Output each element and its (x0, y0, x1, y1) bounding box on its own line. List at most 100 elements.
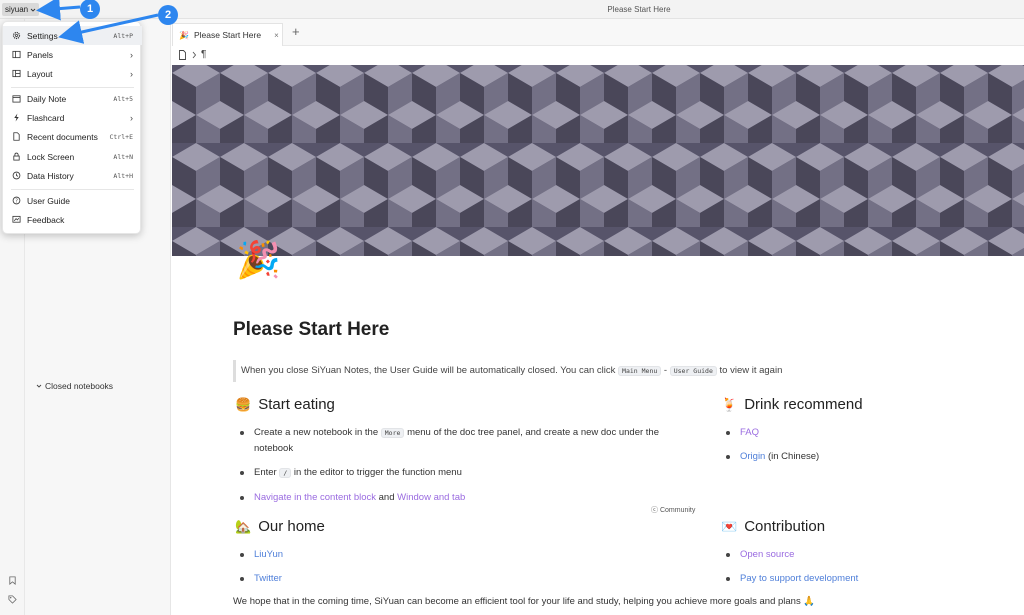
heading-contribution: 💌 Contribution (721, 518, 825, 535)
chevron-down-icon (36, 384, 42, 388)
chevron-right-icon: › (130, 49, 133, 60)
link-open-source[interactable]: Open source (740, 549, 794, 560)
chevron-right-icon: › (130, 68, 133, 79)
community-text: Community (659, 507, 696, 514)
layout-icon (12, 69, 21, 78)
inline-code-slash: / (279, 468, 292, 478)
link-pay-support[interactable]: Pay to support development (740, 573, 858, 584)
page-title: Please Start Here (233, 319, 390, 340)
menu-item-shortcut: Alt+5 (113, 94, 133, 103)
close-tab-icon[interactable]: × (274, 31, 279, 40)
community-icon: ⓒ (651, 507, 658, 514)
annotation-badge-1: 1 (80, 0, 100, 19)
our-home-list: LiuYun Twitter (233, 547, 633, 595)
footer-paragraph: We hope that in the coming time, SiYuan … (233, 596, 815, 607)
footer-text: We hope that in the coming time, SiYuan … (233, 596, 801, 607)
menu-item-daily-note[interactable]: Daily Note Alt+5 (3, 89, 142, 108)
list-item: Open source (719, 547, 1009, 562)
chevron-right-icon: › (130, 112, 133, 123)
menu-item-label: Lock Screen (27, 151, 75, 162)
heading-drink-recommend: 🍹 Drink recommend (721, 396, 863, 413)
menu-item-flashcard[interactable]: Flashcard › (3, 108, 142, 127)
menu-item-label: Panels (27, 49, 53, 60)
quote-text: When you close SiYuan Notes, the User Gu… (241, 365, 616, 376)
contribution-list: Open source Pay to support development (719, 547, 1009, 595)
list-item: LiuYun (233, 547, 633, 562)
list-item: Navigate in the content block and Window… (233, 490, 698, 505)
menu-item-lock-screen[interactable]: Lock Screen Alt+N (3, 147, 142, 166)
menu-divider (11, 189, 134, 190)
document-icon-party[interactable]: 🎉 (236, 238, 284, 282)
tab-please-start-here[interactable]: 🎉 Please Start Here × (172, 23, 283, 46)
menu-item-layout[interactable]: Layout › (3, 64, 142, 83)
bookmark-icon[interactable] (8, 576, 17, 585)
quote-text-end: to view it again (719, 365, 783, 376)
menu-item-label: Data History (27, 170, 74, 181)
link-origin[interactable]: Origin (740, 451, 765, 462)
inline-code-more: More (380, 428, 405, 438)
heading-text: Contribution (744, 518, 826, 535)
menu-item-feedback[interactable]: Feedback (3, 210, 142, 229)
new-tab-button[interactable]: + (292, 24, 300, 39)
gear-icon (12, 31, 21, 40)
annotation-badge-2: 2 (158, 5, 178, 25)
list-item: Pay to support development (719, 571, 1009, 586)
document-cover-image (172, 65, 1024, 256)
closed-notebooks-toggle[interactable]: Closed notebooks (36, 381, 113, 391)
inline-code-user-guide: User Guide (669, 366, 717, 376)
link-faq[interactable]: FAQ (740, 427, 759, 438)
blockquote: When you close SiYuan Notes, the User Gu… (233, 360, 993, 382)
menu-item-label: User Guide (27, 195, 70, 206)
menu-item-data-history[interactable]: Data History Alt+H (3, 166, 142, 185)
document-icon[interactable] (178, 49, 187, 60)
list-item: FAQ (719, 425, 1009, 440)
tag-icon[interactable] (8, 595, 17, 604)
link-liuyun[interactable]: LiuYun (254, 549, 283, 560)
hamburger-icon: 🍔 (235, 396, 252, 412)
breadcrumb: ¶ (178, 48, 206, 61)
menu-item-label: Layout (27, 68, 53, 79)
heading-text: Drink recommend (744, 396, 863, 413)
item-text: in the editor to trigger the function me… (293, 467, 462, 478)
drink-list: FAQ Origin (in Chinese) (719, 425, 1009, 473)
menu-item-shortcut: Alt+N (113, 152, 133, 161)
menu-item-settings[interactable]: Settings Alt+P (3, 26, 142, 45)
document-icon (13, 132, 20, 141)
title-bar: siyuan Please Start Here (0, 0, 1024, 19)
item-text: Enter (254, 467, 277, 478)
heading-start-eating: 🍔 Start eating (235, 396, 335, 413)
paragraph-icon[interactable]: ¶ (201, 49, 206, 60)
menu-item-panels[interactable]: Panels › (3, 45, 142, 64)
menu-item-label: Recent documents (27, 131, 98, 142)
menu-item-shortcut: Alt+P (113, 31, 133, 40)
window-title: Please Start Here (607, 5, 671, 14)
main-menu: Settings Alt+P Panels › Layout › Daily N… (2, 21, 142, 234)
tab-label: Please Start Here (193, 30, 262, 40)
feedback-icon (12, 215, 21, 223)
menu-divider (11, 87, 134, 88)
menu-item-label: Settings (27, 30, 58, 41)
list-item: Origin (in Chinese) (719, 449, 1009, 464)
community-label[interactable]: ⓒ Community (651, 505, 695, 515)
menu-item-shortcut: Alt+H (113, 171, 133, 180)
party-icon: 🎉 (179, 30, 189, 40)
item-text: Create a new notebook in the (254, 427, 379, 438)
heading-our-home: 🏡 Our home (235, 518, 325, 535)
list-item: Enter / in the editor to trigger the fun… (233, 465, 698, 481)
link-twitter[interactable]: Twitter (254, 573, 282, 584)
drink-icon: 🍹 (721, 396, 738, 412)
pray-icon: 🙏 (803, 596, 816, 607)
heading-text: Start eating (258, 396, 335, 413)
svg-text:?: ? (15, 198, 18, 204)
link-window-and-tab[interactable]: Window and tab (397, 492, 465, 503)
calendar-icon (12, 95, 21, 103)
menu-item-recent-documents[interactable]: Recent documents Ctrl+E (3, 127, 142, 146)
link-navigate-content-block[interactable]: Navigate in the content block (254, 492, 376, 503)
panels-icon (12, 50, 21, 59)
chevron-right-icon (192, 51, 197, 58)
menu-item-user-guide[interactable]: ? User Guide (3, 191, 142, 210)
house-icon: 🏡 (235, 518, 252, 534)
help-icon: ? (12, 196, 21, 205)
tab-bar: 🎉 Please Start Here × + (172, 19, 1024, 46)
item-text: and (378, 492, 395, 503)
